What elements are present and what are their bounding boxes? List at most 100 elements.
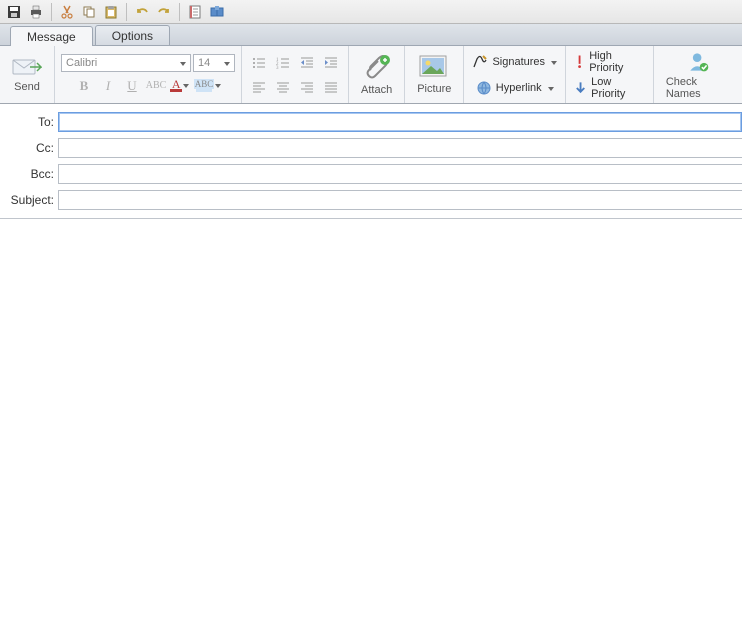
undo-button[interactable] bbox=[132, 2, 152, 22]
address-book-icon bbox=[187, 4, 203, 20]
send-label: Send bbox=[14, 81, 40, 93]
separator bbox=[179, 3, 180, 21]
print-icon bbox=[28, 4, 44, 20]
cc-row: Cc: bbox=[0, 138, 742, 158]
numbering-button[interactable]: 1 2 3 bbox=[272, 53, 294, 73]
low-priority-button[interactable]: Low Priority bbox=[570, 75, 649, 101]
undo-icon bbox=[134, 4, 150, 20]
subject-label: Subject: bbox=[0, 193, 58, 207]
cc-label: Cc: bbox=[0, 141, 58, 155]
align-left-icon bbox=[252, 80, 266, 94]
chevron-down-icon bbox=[176, 57, 186, 69]
increase-indent-button[interactable] bbox=[320, 53, 342, 73]
to-label: To: bbox=[0, 115, 58, 129]
group-check-names: Check Names bbox=[654, 46, 742, 103]
save-icon bbox=[6, 4, 22, 20]
copy-button[interactable] bbox=[79, 2, 99, 22]
align-right-button[interactable] bbox=[296, 77, 318, 97]
align-right-icon bbox=[300, 80, 314, 94]
low-priority-icon bbox=[574, 80, 587, 96]
tab-message-label: Message bbox=[27, 30, 76, 44]
bold-button[interactable]: B bbox=[73, 76, 95, 96]
align-center-icon bbox=[276, 80, 290, 94]
hyperlink-icon bbox=[476, 80, 492, 96]
group-send: Send bbox=[0, 46, 55, 103]
ribbon-tabs: Message Options bbox=[0, 24, 742, 46]
picture-icon bbox=[419, 55, 449, 81]
signatures-button[interactable]: Signatures bbox=[468, 49, 561, 75]
align-center-button[interactable] bbox=[272, 77, 294, 97]
bullets-button[interactable] bbox=[248, 53, 270, 73]
paste-button[interactable] bbox=[101, 2, 121, 22]
align-justify-icon bbox=[324, 80, 338, 94]
separator bbox=[126, 3, 127, 21]
ribbon: Send Calibri 14 B I U ABC A bbox=[0, 46, 742, 104]
font-color-button[interactable]: A bbox=[169, 76, 191, 96]
group-paragraph: 1 2 3 bbox=[242, 46, 349, 103]
tab-options-label: Options bbox=[112, 29, 153, 43]
check-names-label: Check Names bbox=[666, 76, 730, 100]
attach-button[interactable]: Attach bbox=[355, 48, 398, 102]
subject-input[interactable] bbox=[58, 190, 742, 210]
strikethrough-button[interactable]: ABC bbox=[145, 76, 167, 96]
picture-button[interactable]: Picture bbox=[411, 48, 457, 102]
decrease-indent-button[interactable] bbox=[296, 53, 318, 73]
address-block: To: Cc: Bcc: Subject: bbox=[0, 104, 742, 219]
to-row: To: bbox=[0, 112, 742, 132]
font-size-value: 14 bbox=[198, 57, 210, 69]
signatures-label: Signatures bbox=[492, 56, 545, 68]
italic-button[interactable]: I bbox=[97, 76, 119, 96]
highlight-button[interactable]: ABC bbox=[193, 76, 223, 96]
save-button[interactable] bbox=[4, 2, 24, 22]
underline-button[interactable]: U bbox=[121, 76, 143, 96]
message-body[interactable] bbox=[0, 219, 742, 639]
group-picture: Picture bbox=[405, 46, 464, 103]
print-button[interactable] bbox=[26, 2, 46, 22]
hyperlink-button[interactable]: Hyperlink bbox=[472, 75, 558, 101]
attach-label: Attach bbox=[361, 84, 392, 96]
indent-icon bbox=[324, 56, 338, 70]
reference-icon bbox=[209, 4, 225, 20]
picture-label: Picture bbox=[417, 83, 451, 95]
group-priority: High Priority Low Priority bbox=[566, 46, 654, 103]
high-priority-label: High Priority bbox=[589, 50, 645, 74]
redo-button[interactable] bbox=[154, 2, 174, 22]
chevron-down-icon bbox=[220, 57, 230, 69]
quick-access-toolbar bbox=[0, 0, 742, 24]
tab-message[interactable]: Message bbox=[10, 26, 93, 46]
low-priority-label: Low Priority bbox=[591, 76, 645, 100]
bcc-input[interactable] bbox=[58, 164, 742, 184]
to-input[interactable] bbox=[58, 112, 742, 132]
font-name-value: Calibri bbox=[66, 57, 97, 69]
tab-options[interactable]: Options bbox=[95, 25, 170, 45]
address-book-button[interactable] bbox=[185, 2, 205, 22]
group-links: Signatures Hyperlink bbox=[464, 46, 566, 103]
redo-icon bbox=[156, 4, 172, 20]
chevron-down-icon bbox=[214, 84, 222, 88]
cut-button[interactable] bbox=[57, 2, 77, 22]
font-size-combo[interactable]: 14 bbox=[193, 54, 235, 72]
signatures-icon bbox=[472, 54, 488, 70]
send-icon bbox=[12, 57, 42, 79]
cc-input[interactable] bbox=[58, 138, 742, 158]
high-priority-button[interactable]: High Priority bbox=[570, 49, 649, 75]
chevron-down-icon bbox=[551, 56, 557, 68]
reference-button[interactable] bbox=[207, 2, 227, 22]
bcc-row: Bcc: bbox=[0, 164, 742, 184]
send-button[interactable]: Send bbox=[6, 48, 48, 102]
subject-row: Subject: bbox=[0, 190, 742, 210]
numbering-icon: 1 2 3 bbox=[276, 56, 290, 70]
align-left-button[interactable] bbox=[248, 77, 270, 97]
check-names-button[interactable]: Check Names bbox=[660, 48, 736, 102]
hyperlink-label: Hyperlink bbox=[496, 82, 542, 94]
chevron-down-icon bbox=[182, 84, 190, 88]
cut-icon bbox=[59, 4, 75, 20]
bullets-icon bbox=[252, 56, 266, 70]
separator bbox=[51, 3, 52, 21]
paste-icon bbox=[103, 4, 119, 20]
bcc-label: Bcc: bbox=[0, 167, 58, 181]
align-justify-button[interactable] bbox=[320, 77, 342, 97]
font-name-combo[interactable]: Calibri bbox=[61, 54, 191, 72]
high-priority-icon bbox=[574, 54, 585, 70]
chevron-down-icon bbox=[548, 82, 554, 94]
